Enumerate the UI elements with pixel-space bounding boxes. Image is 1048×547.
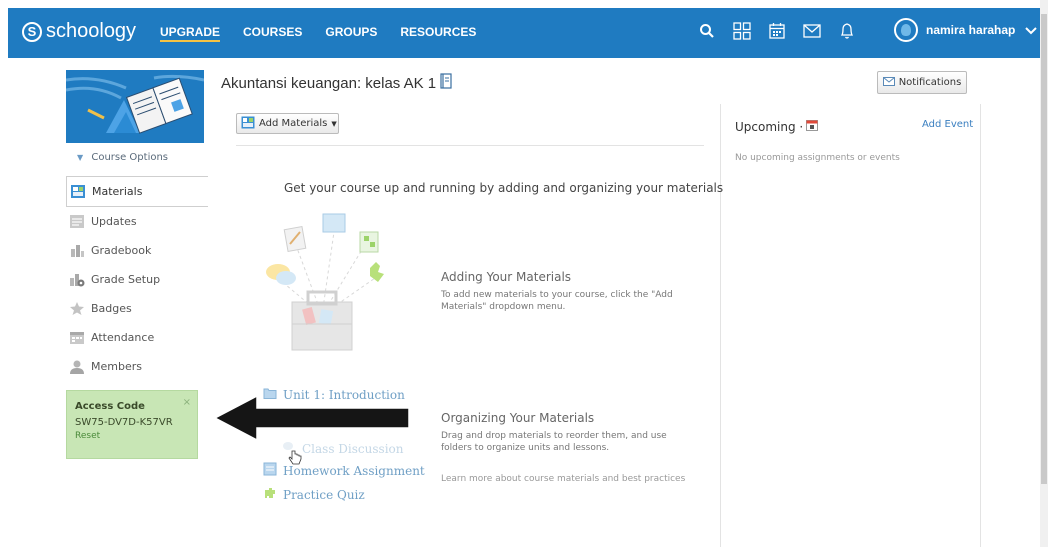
add-materials-label: Add Materials: [259, 118, 328, 129]
logo-mark: S: [22, 21, 42, 42]
course-options-label: Course Options: [91, 152, 169, 163]
grade-setup-icon: [69, 272, 85, 287]
nav-resources[interactable]: RESOURCES: [400, 25, 476, 42]
page-scrollbar[interactable]: [1040, 0, 1048, 547]
access-code-reset-link[interactable]: Reset: [75, 431, 197, 441]
badge-icon: [69, 301, 85, 316]
course-options-toggle[interactable]: ▼ Course Options: [77, 152, 168, 163]
adding-materials-text: To add new materials to your course, cli…: [441, 290, 673, 312]
avatar[interactable]: [894, 18, 918, 42]
column-divider: [980, 104, 981, 547]
sidebar-item-label: Attendance: [91, 331, 155, 344]
schoology-logo[interactable]: S schoology: [22, 20, 136, 43]
learn-more-link[interactable]: Learn more about course materials and be…: [441, 474, 685, 484]
sidebar-item-badges[interactable]: Badges: [66, 294, 207, 323]
upcoming-title: Upcoming ·: [735, 119, 819, 134]
organizing-materials-title: Organizing Your Materials: [441, 411, 595, 425]
calendar-icon: [806, 119, 819, 134]
nav-groups[interactable]: GROUPS: [325, 25, 377, 42]
sidebar-item-updates[interactable]: Updates: [66, 207, 207, 236]
sidebar-item-label: Members: [91, 360, 142, 373]
add-materials-button[interactable]: Add Materials ▼: [236, 113, 339, 134]
sample-material-label: Homework Assignment: [283, 463, 425, 478]
sidebar-item-members[interactable]: Members: [66, 352, 207, 381]
nav-courses[interactable]: COURSES: [243, 25, 302, 42]
materials-icon: [241, 116, 255, 132]
access-code-title: Access Code: [75, 401, 145, 412]
calendar-icon[interactable]: [766, 20, 788, 42]
materials-icon: [70, 184, 86, 199]
user-menu[interactable]: namira harahap: [894, 18, 1038, 42]
empty-state-heading: Get your course up and running by adding…: [284, 181, 724, 195]
column-divider: [720, 104, 721, 547]
divider: [236, 145, 704, 146]
header-icons: [696, 20, 871, 42]
hand-cursor-icon: [288, 450, 302, 465]
assignment-icon: [263, 462, 277, 479]
course-illustration-icon: [66, 70, 204, 143]
quiz-icon: [263, 486, 277, 503]
nav-upgrade[interactable]: UPGRADE: [160, 25, 221, 42]
top-bar: S schoology UPGRADE COURSES GROUPS RESOU…: [0, 0, 1048, 58]
sidebar-item-attendance[interactable]: Attendance: [66, 323, 207, 352]
sidebar-item-label: Badges: [91, 302, 132, 315]
upcoming-label: Upcoming ·: [735, 119, 804, 134]
notifications-button[interactable]: Notifications: [877, 71, 967, 94]
no-upcoming-text: No upcoming assignments or events: [735, 153, 900, 163]
sidebar-item-materials[interactable]: Materials: [66, 176, 208, 207]
gradebook-icon: [69, 243, 85, 258]
sample-material-label: Practice Quiz: [283, 487, 365, 502]
attendance-icon: [69, 330, 85, 345]
organizing-materials-text: Drag and drop materials to reorder them,…: [441, 431, 667, 453]
sidebar-item-grade-setup[interactable]: Grade Setup: [66, 265, 207, 294]
sidebar-item-label: Materials: [92, 185, 143, 198]
sample-material-quiz: Practice Quiz: [263, 486, 365, 503]
course-title: Akuntansi keuangan: kelas AK 1: [221, 74, 437, 92]
mail-icon[interactable]: [801, 20, 823, 42]
page-title: Akuntansi keuangan: kelas AK 1: [221, 73, 452, 93]
sidebar-menu: Materials Updates Gradebook Grade Setup …: [66, 176, 208, 381]
bell-icon[interactable]: [836, 20, 858, 42]
mail-icon: [882, 76, 895, 89]
caret-down-icon: ▼: [331, 119, 337, 128]
close-icon[interactable]: ×: [183, 397, 191, 408]
scroll-thumb[interactable]: [1041, 14, 1047, 484]
chevron-down-icon[interactable]: [1025, 22, 1038, 38]
user-name[interactable]: namira harahap: [926, 23, 1015, 37]
logo-text: schoology: [46, 20, 137, 42]
search-icon[interactable]: [696, 20, 718, 42]
members-icon: [69, 359, 85, 374]
adding-materials-title: Adding Your Materials: [441, 270, 572, 284]
notifications-label: Notifications: [898, 77, 962, 88]
main-nav: UPGRADE COURSES GROUPS RESOURCES: [160, 25, 499, 42]
sidebar-item-label: Grade Setup: [91, 273, 161, 286]
course-picture[interactable]: [66, 70, 204, 143]
notebook-icon[interactable]: [440, 73, 452, 93]
updates-icon: [69, 214, 85, 229]
grid-icon[interactable]: [731, 20, 753, 42]
triangle-down-icon: ▼: [77, 153, 84, 162]
sidebar-item-label: Gradebook: [91, 244, 152, 257]
sidebar-item-gradebook[interactable]: Gradebook: [66, 236, 207, 265]
access-code-value: SW75-DV7D-K57VR: [75, 417, 173, 428]
left-arrow-annotation-icon: [213, 394, 410, 442]
toolbox-illustration-icon: [258, 210, 386, 360]
sample-material-label: Class Discussion: [302, 441, 404, 456]
sidebar-item-label: Updates: [91, 215, 137, 228]
add-event-link[interactable]: Add Event: [922, 119, 973, 130]
header-bar: S schoology UPGRADE COURSES GROUPS RESOU…: [8, 8, 1040, 58]
access-code-box: × Access Code SW75-DV7D-K57VR Reset: [66, 390, 198, 459]
